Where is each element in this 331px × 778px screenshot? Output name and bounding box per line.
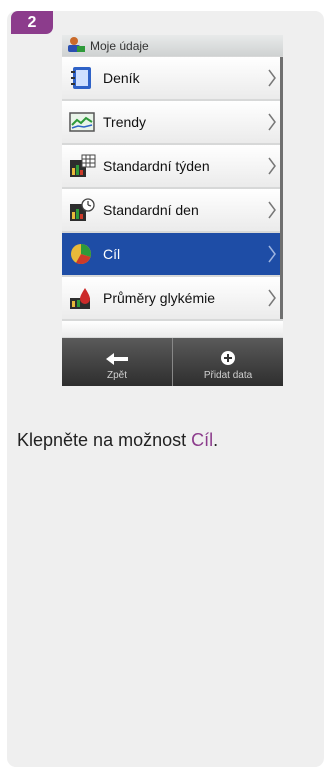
person-data-icon [66, 36, 86, 56]
instruction-highlight: Cíl [191, 430, 214, 450]
standard-week-icon [68, 154, 96, 178]
meter-screen: Moje údaje Deník Trendy Standardní týden… [62, 35, 283, 386]
menu-item-glucose-averages[interactable]: Průměry glykémie [62, 277, 283, 319]
footer-bar: Zpět Přidat data [62, 338, 283, 386]
menu-item-logbook[interactable]: Deník [62, 57, 283, 99]
menu-item-trends[interactable]: Trendy [62, 101, 283, 143]
menu-item-label: Cíl [103, 246, 121, 262]
menu-item-label: Standardní týden [103, 158, 210, 174]
step-badge: 2 [11, 11, 53, 34]
instruction-text: Klepněte na možnost Cíl. [17, 430, 219, 450]
arrow-left-icon [106, 353, 128, 365]
logbook-icon [68, 66, 96, 90]
target-pie-icon [68, 242, 96, 266]
chevron-right-icon [268, 69, 276, 87]
menu-item-standard-day[interactable]: Standardní den [62, 189, 283, 231]
add-data-button[interactable]: Přidat data [172, 338, 283, 386]
menu-item-label: Standardní den [103, 202, 199, 218]
screen-title: Moje údaje [90, 38, 149, 53]
chevron-right-icon [268, 157, 276, 175]
back-label: Zpět [106, 370, 127, 381]
trends-icon [68, 110, 96, 134]
chevron-right-icon [268, 201, 276, 219]
scrollbar[interactable] [280, 57, 283, 319]
menu-item-label: Průměry glykémie [103, 290, 216, 306]
menu-item-label: Deník [103, 70, 140, 86]
menu-list: Deník Trendy Standardní týden Standardní… [62, 57, 283, 339]
chevron-right-icon [268, 245, 276, 263]
menu-item-target[interactable]: Cíl [62, 233, 283, 275]
plus-circle-icon [221, 351, 235, 365]
menu-item-standard-week[interactable]: Standardní týden [62, 145, 283, 187]
standard-day-icon [68, 198, 96, 222]
chevron-right-icon [268, 289, 276, 307]
chevron-right-icon [268, 113, 276, 131]
menu-item-partial [62, 321, 283, 337]
back-button[interactable]: Zpět [62, 338, 172, 386]
menu-item-label: Trendy [103, 114, 147, 130]
screen-header: Moje údaje [62, 35, 283, 56]
add-data-label: Přidat data [203, 370, 253, 381]
averages-icon [68, 286, 96, 310]
